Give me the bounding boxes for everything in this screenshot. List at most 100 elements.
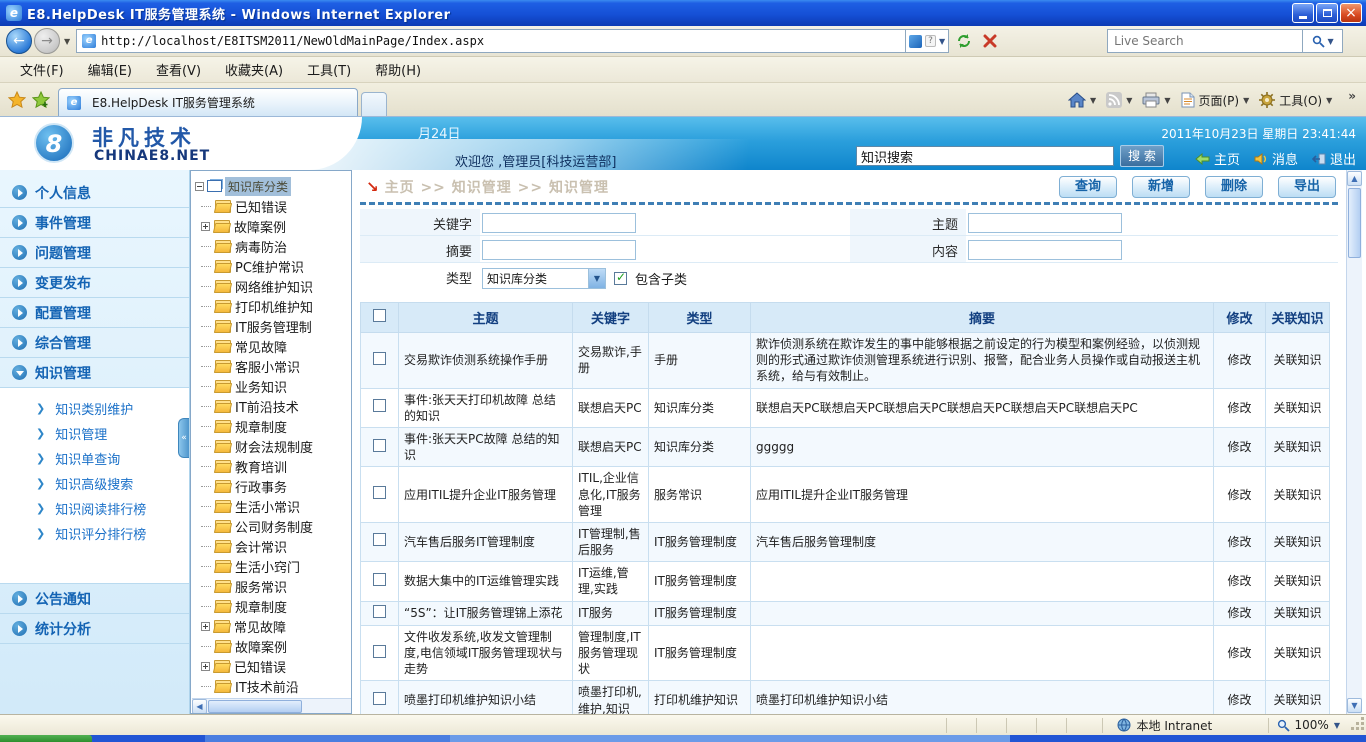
include-subcategory-checkbox[interactable]	[614, 272, 627, 285]
expand-plus-icon[interactable]	[201, 662, 210, 671]
related-knowledge-link[interactable]: 关联知识	[1266, 601, 1330, 625]
toolbar-button[interactable]: 导出	[1278, 176, 1336, 198]
restore-button[interactable]	[1316, 3, 1338, 23]
print-dropdown-icon[interactable]: ▼	[1164, 96, 1170, 105]
edit-link[interactable]: 修改	[1214, 522, 1266, 561]
row-checkbox[interactable]	[373, 352, 386, 365]
resize-grip[interactable]	[1352, 718, 1366, 732]
close-button[interactable]: ×	[1340, 3, 1362, 23]
command-overflow-chevron[interactable]: »	[1348, 89, 1356, 103]
tree-node[interactable]: 常见故障	[199, 336, 351, 356]
tree-node[interactable]: IT服务管理制	[199, 316, 351, 336]
sidebar-section[interactable]: 统计分析	[0, 614, 189, 644]
related-knowledge-link[interactable]: 关联知识	[1266, 522, 1330, 561]
select-all-checkbox[interactable]	[373, 309, 386, 322]
row-checkbox[interactable]	[373, 605, 386, 618]
sidebar-section[interactable]: 事件管理	[0, 208, 189, 238]
taskbar-button[interactable]	[205, 735, 450, 742]
help-icon[interactable]: ?	[925, 35, 936, 47]
related-knowledge-link[interactable]: 关联知识	[1266, 467, 1330, 523]
subject-input[interactable]	[968, 213, 1122, 233]
type-select[interactable]: 知识库分类 ▼	[482, 268, 606, 289]
expand-plus-icon[interactable]	[201, 622, 210, 631]
keyword-input[interactable]	[482, 213, 636, 233]
tree-node[interactable]: 病毒防治	[199, 236, 351, 256]
edit-link[interactable]: 修改	[1214, 625, 1266, 681]
topic-link[interactable]: “5S”：让IT服务管理锦上添花	[399, 601, 573, 625]
topic-link[interactable]: 喷墨打印机维护知识小结	[399, 681, 573, 714]
related-knowledge-link[interactable]: 关联知识	[1266, 562, 1330, 601]
tree-node[interactable]: PC维护常识	[199, 256, 351, 276]
topic-link[interactable]: 事件:张天天PC故障 总结的知识	[399, 427, 573, 466]
new-tab-button[interactable]	[361, 92, 387, 116]
sidebar-submenu-item[interactable]: ❯ 知识评分排行榜	[0, 521, 189, 546]
topic-link[interactable]: 事件:张天天打印机故障 总结的知识	[399, 388, 573, 427]
toolbar-button[interactable]: 查询	[1059, 176, 1117, 198]
page-icon[interactable]	[1181, 92, 1195, 108]
page-dropdown-icon[interactable]: ▼	[1243, 96, 1249, 105]
tree-node[interactable]: 规章制度	[199, 416, 351, 436]
sidebar-section[interactable]: 知识管理	[0, 358, 189, 388]
content-input[interactable]	[968, 240, 1122, 260]
edit-link[interactable]: 修改	[1214, 467, 1266, 523]
tree-node[interactable]: 规章制度	[199, 596, 351, 616]
expand-plus-icon[interactable]	[201, 222, 210, 231]
sidebar-submenu-item[interactable]: ❯ 知识高级搜索	[0, 471, 189, 496]
history-dropdown-icon[interactable]: ▼	[64, 37, 70, 46]
forward-button[interactable]: →	[34, 28, 60, 54]
tree-node[interactable]: 网络维护知识	[199, 276, 351, 296]
topic-link[interactable]: 交易欺诈侦测系统操作手册	[399, 333, 573, 389]
tree-node[interactable]: 服务常识	[199, 576, 351, 596]
sidebar-submenu-item[interactable]: ❯ 知识类别维护	[0, 396, 189, 421]
main-scroll-thumb[interactable]	[1348, 188, 1361, 258]
sidebar-section[interactable]: 问题管理	[0, 238, 189, 268]
compatibility-icon[interactable]	[909, 35, 922, 48]
tree-node[interactable]: IT技术前沿	[199, 676, 351, 696]
menu-item[interactable]: 编辑(E)	[76, 57, 144, 82]
scroll-up-icon[interactable]: ▲	[1347, 171, 1362, 186]
scroll-down-icon[interactable]: ▼	[1347, 698, 1362, 713]
menu-item[interactable]: 文件(F)	[8, 57, 76, 82]
live-search-button[interactable]: ▼	[1303, 29, 1343, 53]
home-dropdown-icon[interactable]: ▼	[1090, 96, 1096, 105]
tree-node[interactable]: 已知错误	[199, 196, 351, 216]
tools-dropdown-icon[interactable]: ▼	[1326, 96, 1332, 105]
sidebar-collapse-handle[interactable]: «	[178, 418, 189, 458]
sidebar-section[interactable]: 综合管理	[0, 328, 189, 358]
page-menu-label[interactable]: 页面(P)	[1199, 92, 1240, 109]
refresh-button[interactable]	[953, 29, 975, 53]
sidebar-submenu-item[interactable]: ❯ 知识阅读排行榜	[0, 496, 189, 521]
menu-item[interactable]: 工具(T)	[295, 57, 363, 82]
tree-node[interactable]: 行政事务	[199, 476, 351, 496]
rss-feed-icon[interactable]	[1106, 92, 1122, 108]
edit-link[interactable]: 修改	[1214, 427, 1266, 466]
live-search-input[interactable]	[1107, 29, 1303, 53]
edit-link[interactable]: 修改	[1214, 601, 1266, 625]
row-checkbox[interactable]	[373, 645, 386, 658]
taskbar-button[interactable]	[450, 735, 1010, 742]
tree-node[interactable]: 财会法规制度	[199, 436, 351, 456]
tree-horizontal-scrollbar[interactable]: ◀ ▶	[192, 698, 352, 714]
sidebar-submenu-item[interactable]: ❯ 知识管理	[0, 421, 189, 446]
knowledge-search-button[interactable]: 搜 索	[1120, 145, 1164, 167]
related-knowledge-link[interactable]: 关联知识	[1266, 333, 1330, 389]
tree-node[interactable]: 常见故障	[199, 616, 351, 636]
tree-node[interactable]: 业务知识	[199, 376, 351, 396]
tree-hscroll-thumb[interactable]	[208, 700, 302, 713]
main-vertical-scrollbar[interactable]: ▲ ▼	[1346, 170, 1362, 714]
sidebar-section[interactable]: 公告通知	[0, 584, 189, 614]
tree-node[interactable]: 公司财务制度	[199, 516, 351, 536]
zoom-dropdown-icon[interactable]: ▼	[1334, 721, 1340, 730]
add-favorite-icon[interactable]	[32, 91, 50, 109]
tree-root-node[interactable]: 知识库分类	[195, 176, 351, 196]
tree-node[interactable]: 会计常识	[199, 536, 351, 556]
tools-menu-label[interactable]: 工具(O)	[1279, 92, 1322, 109]
knowledge-search-input[interactable]	[856, 146, 1114, 166]
home-icon[interactable]	[1068, 92, 1086, 108]
messages-link[interactable]: 消息	[1254, 149, 1298, 168]
back-button[interactable]: ←	[6, 28, 32, 54]
row-checkbox[interactable]	[373, 533, 386, 546]
edit-link[interactable]: 修改	[1214, 681, 1266, 714]
menu-item[interactable]: 收藏夹(A)	[213, 57, 295, 82]
row-checkbox[interactable]	[373, 399, 386, 412]
